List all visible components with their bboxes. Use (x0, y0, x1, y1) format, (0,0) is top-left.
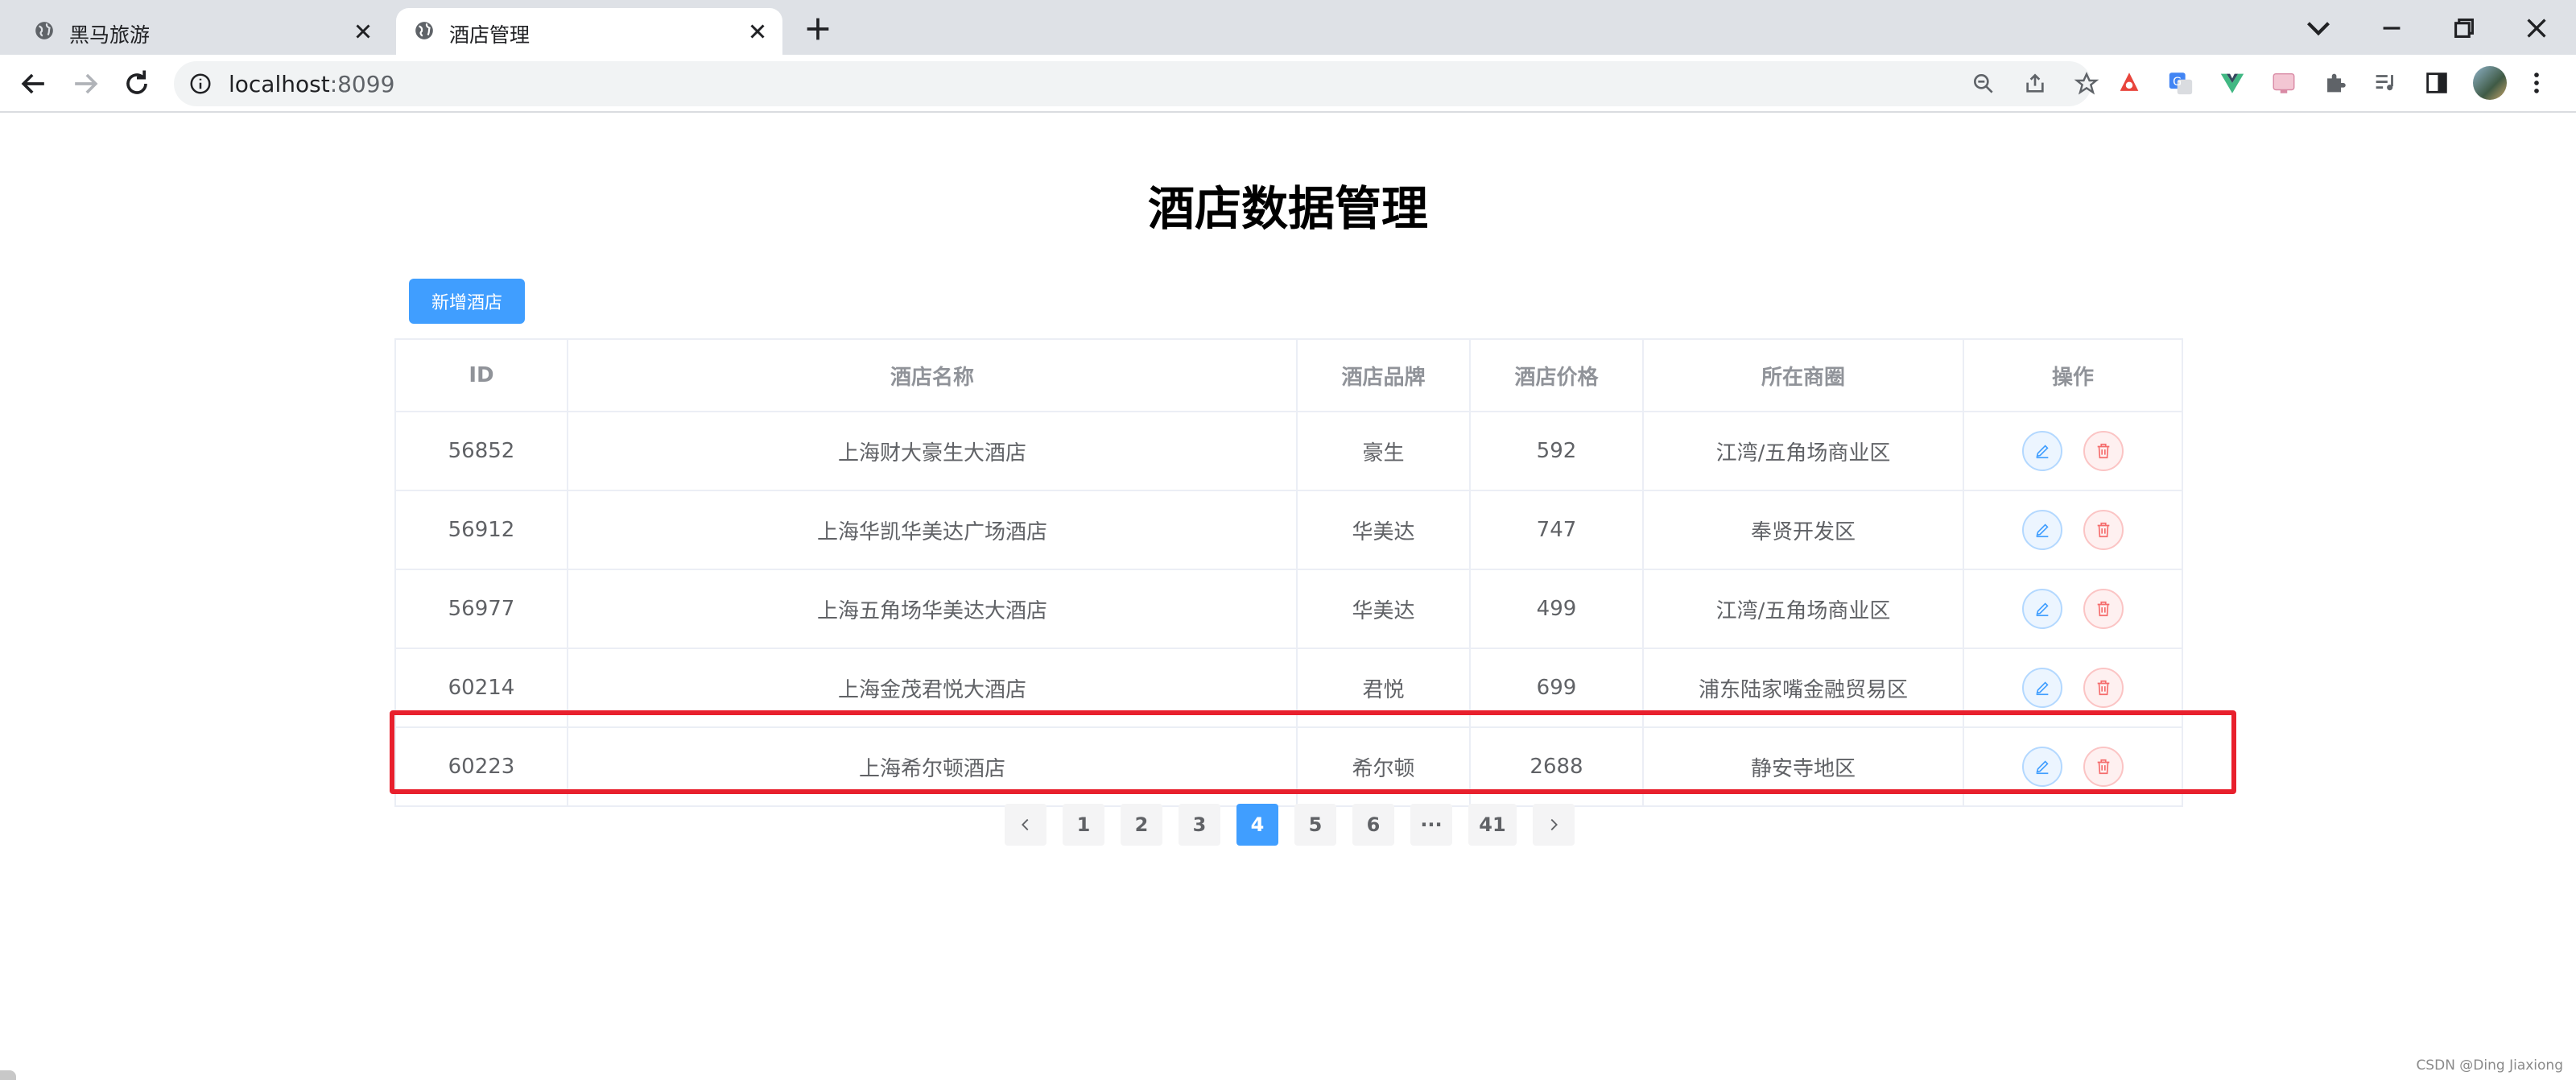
delete-button[interactable] (2083, 510, 2124, 550)
close-icon[interactable] (351, 19, 375, 43)
share-icon[interactable] (2022, 71, 2048, 97)
more-pages-button[interactable]: ··· (1410, 804, 1452, 846)
cell-id: 56912 (394, 490, 568, 570)
url-port: :8099 (329, 71, 395, 97)
table-row: 56912 上海华凯华美达广场酒店 华美达 747 奉贤开发区 (394, 490, 2183, 570)
cell-price: 499 (1470, 569, 1644, 649)
cell-actions (1963, 569, 2183, 649)
column-header-price: 酒店价格 (1470, 339, 1644, 412)
new-tab-icon[interactable] (802, 13, 834, 45)
trash-icon (2097, 443, 2110, 459)
column-header-id: ID (394, 339, 568, 412)
puzzle-icon[interactable] (2322, 69, 2349, 97)
edit-icon (2036, 681, 2049, 696)
trash-icon (2097, 601, 2110, 617)
edit-icon (2036, 445, 2049, 459)
back-icon[interactable] (16, 66, 52, 101)
cell-actions (1963, 490, 2183, 570)
media-icon[interactable] (2372, 69, 2399, 97)
browser-toolbar: localhost:8099 G (0, 55, 2576, 113)
cell-id: 56977 (394, 569, 568, 649)
cell-name: 上海华凯华美达广场酒店 (568, 490, 1298, 570)
cell-area: 奉贤开发区 (1643, 490, 1964, 570)
tab-title: 酒店管理 (449, 23, 530, 47)
cell-brand: 华美达 (1297, 569, 1471, 649)
table-row: 56852 上海财大豪生大酒店 豪生 592 江湾/五角场商业区 (394, 412, 2183, 491)
add-hotel-button[interactable]: 新增酒店 (409, 279, 525, 324)
edit-button[interactable] (2021, 431, 2062, 471)
extension-red-icon[interactable] (2116, 69, 2143, 97)
cell-price: 747 (1470, 490, 1644, 570)
cell-name: 上海五角场华美达大酒店 (568, 569, 1298, 649)
delete-button[interactable] (2083, 431, 2124, 471)
delete-button[interactable] (2083, 668, 2124, 708)
column-header-actions: 操作 (1963, 339, 2183, 412)
cell-area: 江湾/五角场商业区 (1643, 569, 1964, 649)
table-row: 56977 上海五角场华美达大酒店 华美达 499 江湾/五角场商业区 (394, 569, 2183, 649)
edit-button[interactable] (2021, 589, 2062, 629)
menu-icon[interactable] (2523, 69, 2550, 97)
page-button[interactable]: 1 (1063, 804, 1104, 846)
vue-devtools-icon[interactable] (2219, 69, 2246, 97)
edit-button[interactable] (2021, 510, 2062, 550)
profile-avatar[interactable] (2473, 66, 2507, 100)
page-button-current[interactable]: 4 (1236, 804, 1278, 846)
trash-icon (2097, 680, 2110, 696)
extension-pink-icon[interactable] (2270, 69, 2297, 97)
table-header-row: ID 酒店名称 酒店品牌 酒店价格 所在商圈 操作 (394, 339, 2183, 412)
tab-search-icon[interactable] (2298, 8, 2339, 48)
close-icon[interactable] (745, 19, 770, 43)
tab-title: 黑马旅游 (69, 23, 151, 47)
cell-actions (1963, 412, 2183, 491)
info-icon[interactable] (188, 72, 213, 96)
bookmark-star-icon[interactable] (2074, 71, 2099, 97)
page-button[interactable]: 5 (1294, 804, 1336, 846)
window-close-icon[interactable] (2516, 8, 2557, 48)
cell-area: 江湾/五角场商业区 (1643, 412, 1964, 491)
cell-brand: 豪生 (1297, 412, 1471, 491)
edit-icon (2036, 602, 2049, 617)
cell-price: 592 (1470, 412, 1644, 491)
globe-icon (415, 22, 433, 39)
page-button[interactable]: 3 (1179, 804, 1220, 846)
pagination: 1 2 3 4 5 6 ··· 41 (1005, 804, 1575, 846)
forward-icon[interactable] (68, 66, 103, 101)
edit-button[interactable] (2021, 668, 2062, 708)
prev-page-button[interactable] (1005, 804, 1046, 846)
watermark: CSDN @Ding Jiaxiong (2416, 1057, 2563, 1074)
column-header-name: 酒店名称 (568, 339, 1298, 412)
svg-text:G: G (2173, 76, 2182, 89)
cell-id: 56852 (394, 412, 568, 491)
next-page-button[interactable] (1533, 804, 1575, 846)
url-text: localhost:8099 (229, 71, 394, 97)
edit-icon (2036, 523, 2049, 538)
chevron-right-icon (1550, 818, 1558, 831)
page-button[interactable]: 6 (1352, 804, 1394, 846)
browser-tab-strip: 黑马旅游 酒店管理 (0, 0, 2576, 55)
zoom-icon[interactable] (1971, 71, 1996, 97)
restore-icon[interactable] (2444, 8, 2484, 48)
delete-button[interactable] (2083, 589, 2124, 629)
page-button-last[interactable]: 41 (1468, 804, 1517, 846)
page-button[interactable]: 2 (1121, 804, 1162, 846)
page-title: 酒店数据管理 (1147, 181, 1428, 236)
browser-tab-2[interactable]: 酒店管理 (396, 8, 782, 55)
trash-icon (2097, 522, 2110, 538)
column-header-area: 所在商圈 (1643, 339, 1964, 412)
browser-tab-1[interactable]: 黑马旅游 (16, 8, 388, 55)
cell-brand: 华美达 (1297, 490, 1471, 570)
minimize-icon[interactable] (2372, 8, 2412, 48)
globe-icon (35, 22, 53, 39)
reload-icon[interactable] (119, 66, 155, 101)
highlight-annotation-box (390, 710, 2236, 794)
address-bar[interactable]: localhost:8099 (174, 61, 2099, 106)
translate-icon[interactable]: G (2167, 69, 2194, 97)
url-host: localhost (229, 71, 330, 97)
scroll-corner (0, 1070, 16, 1080)
column-header-brand: 酒店品牌 (1297, 339, 1471, 412)
side-panel-icon[interactable] (2423, 69, 2450, 97)
cell-name: 上海财大豪生大酒店 (568, 412, 1298, 491)
chevron-left-icon (1022, 818, 1029, 831)
